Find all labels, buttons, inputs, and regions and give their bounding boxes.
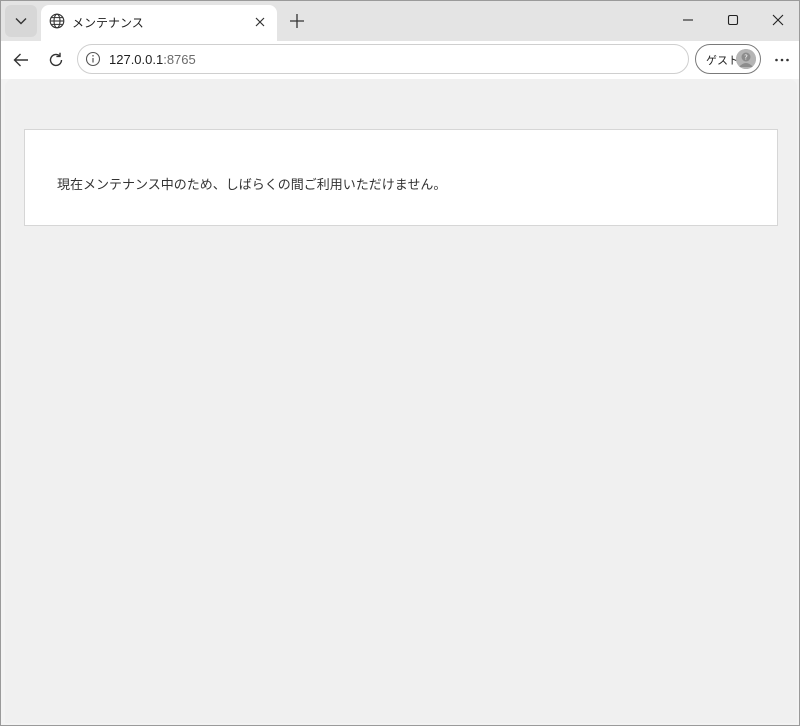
tab-active[interactable]: メンテナンス [41, 5, 277, 41]
page-viewport: 現在メンテナンス中のため、しばらくの間ご利用いただけません。 [5, 79, 797, 723]
maintenance-message: 現在メンテナンス中のため、しばらくの間ご利用いただけません。 [57, 177, 447, 192]
minimize-icon [683, 19, 693, 21]
tab-close-button[interactable] [249, 11, 271, 33]
maximize-icon [727, 14, 739, 26]
close-icon [255, 17, 265, 27]
close-icon [772, 14, 784, 26]
profile-label: ゲスト [706, 55, 739, 67]
tab-strip: メンテナンス [1, 1, 799, 41]
url-text[interactable]: 127.0.0.1:8765 [109, 52, 196, 67]
info-icon[interactable] [85, 51, 101, 67]
back-button[interactable] [6, 45, 36, 75]
svg-text:?: ? [744, 54, 748, 62]
reload-icon [49, 52, 63, 67]
window-close-button[interactable] [755, 1, 799, 39]
more-icon [775, 58, 789, 62]
plus-icon [290, 14, 304, 28]
url-host: 127.0.0.1 [109, 52, 164, 67]
maximize-button[interactable] [710, 1, 756, 39]
chevron-down-icon [15, 18, 27, 25]
tab-title: メンテナンス [72, 16, 144, 30]
back-arrow-icon [13, 53, 28, 67]
profile-button[interactable]: ゲスト ? [695, 44, 761, 74]
browser-toolbar: 127.0.0.1:8765 ゲスト ? [1, 41, 799, 79]
address-bar[interactable]: 127.0.0.1:8765 [77, 44, 689, 74]
url-port: :8765 [163, 52, 196, 67]
minimize-button[interactable] [665, 1, 711, 39]
maintenance-notice: 現在メンテナンス中のため、しばらくの間ご利用いただけません。 [24, 129, 778, 226]
tab-list-button[interactable] [5, 5, 37, 37]
more-button[interactable] [767, 45, 797, 75]
reload-button[interactable] [41, 45, 71, 75]
browser-window: メンテナンス 127.0.0.1:8765 ゲスト ? 現在メンテナンス中のため… [0, 0, 800, 726]
globe-icon [49, 13, 65, 29]
guest-avatar-icon: ? [736, 49, 756, 69]
new-tab-button[interactable] [283, 7, 311, 35]
